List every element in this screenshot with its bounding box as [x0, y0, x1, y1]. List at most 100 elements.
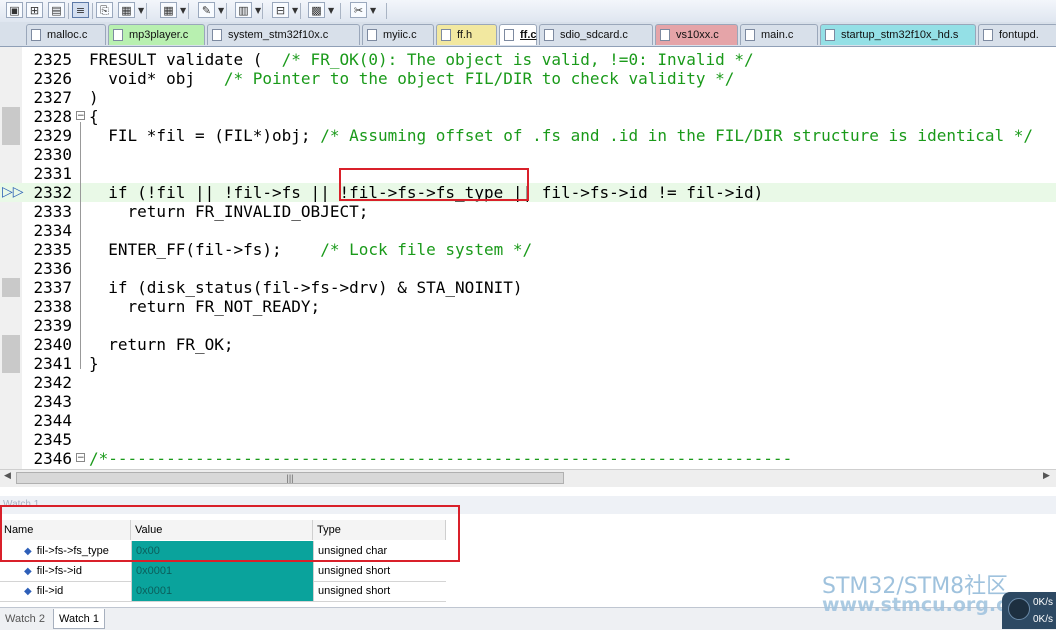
- tab-startup-stm32f10x-hd-s[interactable]: startup_stm32f10x_hd.s: [820, 24, 976, 45]
- watch-row[interactable]: ◆ fil->id 0x0001 unsigned short: [0, 581, 446, 602]
- code-line[interactable]: 2325 FRESULT validate ( /* FR_OK(0): The …: [0, 50, 1056, 69]
- code-line[interactable]: 2338 return FR_NOT_READY;: [0, 297, 1056, 316]
- line-number: 2332: [33, 183, 72, 202]
- tab-system-stm32f10x-c[interactable]: system_stm32f10x.c: [207, 24, 360, 45]
- line-number: 2344: [33, 411, 72, 430]
- dropdown-arrow-icon[interactable]: ▼: [328, 6, 334, 15]
- scrollbar-thumb[interactable]: |||: [16, 472, 564, 484]
- breakpoint-margin-marker[interactable]: [2, 278, 20, 297]
- dropdown-arrow-icon[interactable]: ▼: [218, 6, 224, 15]
- find-icon[interactable]: ⊞: [26, 2, 43, 18]
- code-content: if (disk_status(fil->fs->drv) & STA_NOIN…: [89, 278, 523, 297]
- toolbar-separator: [92, 3, 93, 19]
- variable-icon: ◆: [24, 566, 32, 577]
- breakpoint-margin-marker[interactable]: [2, 107, 20, 126]
- watch-type-cell: unsigned short: [313, 581, 446, 601]
- horizontal-scrollbar[interactable]: ◀ ||| ▶: [0, 469, 1056, 487]
- tab-sdio-sdcard-c[interactable]: sdio_sdcard.c: [539, 24, 653, 45]
- code-line[interactable]: 2340 return FR_OK;: [0, 335, 1056, 354]
- code-line[interactable]: 2344: [0, 411, 1056, 430]
- breakpoint-margin-marker[interactable]: [2, 354, 20, 373]
- line-number: 2346: [33, 449, 72, 468]
- code-line[interactable]: 2337 if (disk_status(fil->fs->drv) & STA…: [0, 278, 1056, 297]
- settings-icon[interactable]: ✂: [350, 2, 367, 18]
- code-line[interactable]: 2339: [0, 316, 1056, 335]
- code-line[interactable]: 2326 void* obj /* Pointer to the object …: [0, 69, 1056, 88]
- table-icon[interactable]: ▦: [160, 2, 177, 18]
- code-text: void* obj /* Pointer to the object FIL/D…: [89, 69, 734, 88]
- tab-watch-2[interactable]: Watch 2: [0, 609, 50, 629]
- copy-icon[interactable]: ⎘: [96, 2, 113, 18]
- download-speed: 0K/s: [1032, 614, 1053, 625]
- line-number: 2330: [33, 145, 72, 164]
- line-number: 2343: [33, 392, 72, 411]
- code-content: void* obj: [89, 69, 195, 88]
- line-number: 2338: [33, 297, 72, 316]
- code-line[interactable]: 2343: [0, 392, 1056, 411]
- code-text: }: [89, 354, 99, 373]
- editor-icon[interactable]: ▣: [6, 2, 23, 18]
- upload-speed: 0K/s: [1032, 597, 1053, 608]
- tab-vs10xx-c[interactable]: vs10xx.c: [655, 24, 738, 45]
- code-text: if (disk_status(fil->fs->drv) & STA_NOIN…: [89, 278, 522, 297]
- code-text: FRESULT validate ( /* FR_OK(0): The obje…: [89, 50, 754, 69]
- chart-icon[interactable]: ▥: [235, 2, 252, 18]
- dropdown-arrow-icon[interactable]: ▼: [138, 6, 144, 15]
- watch-name-cell[interactable]: ◆ fil->fs->id: [0, 561, 131, 581]
- file-icon: [504, 29, 514, 41]
- file-tab-bar: malloc.c mp3player.c system_stm32f10x.c myi…: [0, 22, 1056, 47]
- view-icon[interactable]: ⊟: [272, 2, 289, 18]
- dropdown-arrow-icon[interactable]: ▼: [292, 6, 298, 15]
- current-execution-arrow-icon: ▷▷: [2, 184, 24, 200]
- watch-name: fil->id: [36, 585, 64, 597]
- code-editor[interactable]: 2325 FRESULT validate ( /* FR_OK(0): The …: [0, 47, 1056, 469]
- fold-collapse-icon[interactable]: −: [76, 453, 85, 463]
- tab-label: ff.c: [520, 29, 537, 41]
- code-line[interactable]: 2333 return FR_INVALID_OBJECT;: [0, 202, 1056, 221]
- watch-row[interactable]: ◆ fil->fs->id 0x0001 unsigned short: [0, 561, 446, 582]
- layout-icon[interactable]: ▦: [118, 2, 135, 18]
- scroll-right-icon[interactable]: ▶: [1043, 471, 1050, 481]
- tab-malloc-c[interactable]: malloc.c: [26, 24, 106, 45]
- watch-value-cell[interactable]: 0x0001: [131, 581, 313, 601]
- window-icon[interactable]: ≡: [72, 2, 89, 18]
- dropdown-arrow-icon[interactable]: ▼: [180, 6, 186, 15]
- code-line[interactable]: 2330: [0, 145, 1056, 164]
- code-line[interactable]: 2341}: [0, 354, 1056, 373]
- code-line[interactable]: 2346−/*---------------------------------…: [0, 449, 1056, 468]
- tab-label: ff.h: [457, 29, 473, 41]
- code-line[interactable]: 2328−{: [0, 107, 1056, 126]
- file-icon: [660, 29, 670, 41]
- tab-main-c[interactable]: main.c: [740, 24, 818, 45]
- tab-myiic-c[interactable]: myiic.c: [362, 24, 434, 45]
- toolbar-separator: [262, 3, 263, 19]
- code-line[interactable]: 2327): [0, 88, 1056, 107]
- code-line[interactable]: 2329 FIL *fil = (FIL*)obj; /* Assuming o…: [0, 126, 1056, 145]
- scroll-left-icon[interactable]: ◀: [4, 471, 11, 481]
- watch-name-cell[interactable]: ◆ fil->id: [0, 581, 131, 601]
- toolbar-separator: [226, 3, 227, 19]
- grid-icon[interactable]: ▩: [308, 2, 325, 18]
- tab-label: main.c: [761, 29, 794, 41]
- tab-label: system_stm32f10x.c: [228, 29, 329, 41]
- code-line[interactable]: 2334: [0, 221, 1056, 240]
- fold-collapse-icon[interactable]: −: [76, 111, 85, 121]
- watch-value-cell[interactable]: 0x0001: [131, 561, 313, 581]
- code-line[interactable]: 2335 ENTER_FF(fil->fs); /* Lock file sys…: [0, 240, 1056, 259]
- tools-icon[interactable]: ✎: [198, 2, 215, 18]
- dropdown-arrow-icon[interactable]: ▼: [255, 6, 261, 15]
- dropdown-arrow-icon[interactable]: ▼: [370, 6, 376, 15]
- code-line[interactable]: 2342: [0, 373, 1056, 392]
- breakpoint-margin-marker[interactable]: [2, 126, 20, 145]
- tab-fontupd-[interactable]: fontupd.: [978, 24, 1056, 45]
- debug-icon[interactable]: ▤: [48, 2, 65, 18]
- breakpoint-margin-marker[interactable]: [2, 335, 20, 354]
- tab-ff-c[interactable]: ff.c: [499, 24, 537, 45]
- tab-watch-1[interactable]: Watch 1: [53, 609, 105, 629]
- tab-mp3player-c[interactable]: mp3player.c: [108, 24, 205, 45]
- tab-ff-h[interactable]: ff.h: [436, 24, 497, 45]
- code-line[interactable]: 2336: [0, 259, 1056, 278]
- line-number: 2335: [33, 240, 72, 259]
- tab-label: mp3player.c: [129, 29, 189, 41]
- code-line[interactable]: 2345: [0, 430, 1056, 449]
